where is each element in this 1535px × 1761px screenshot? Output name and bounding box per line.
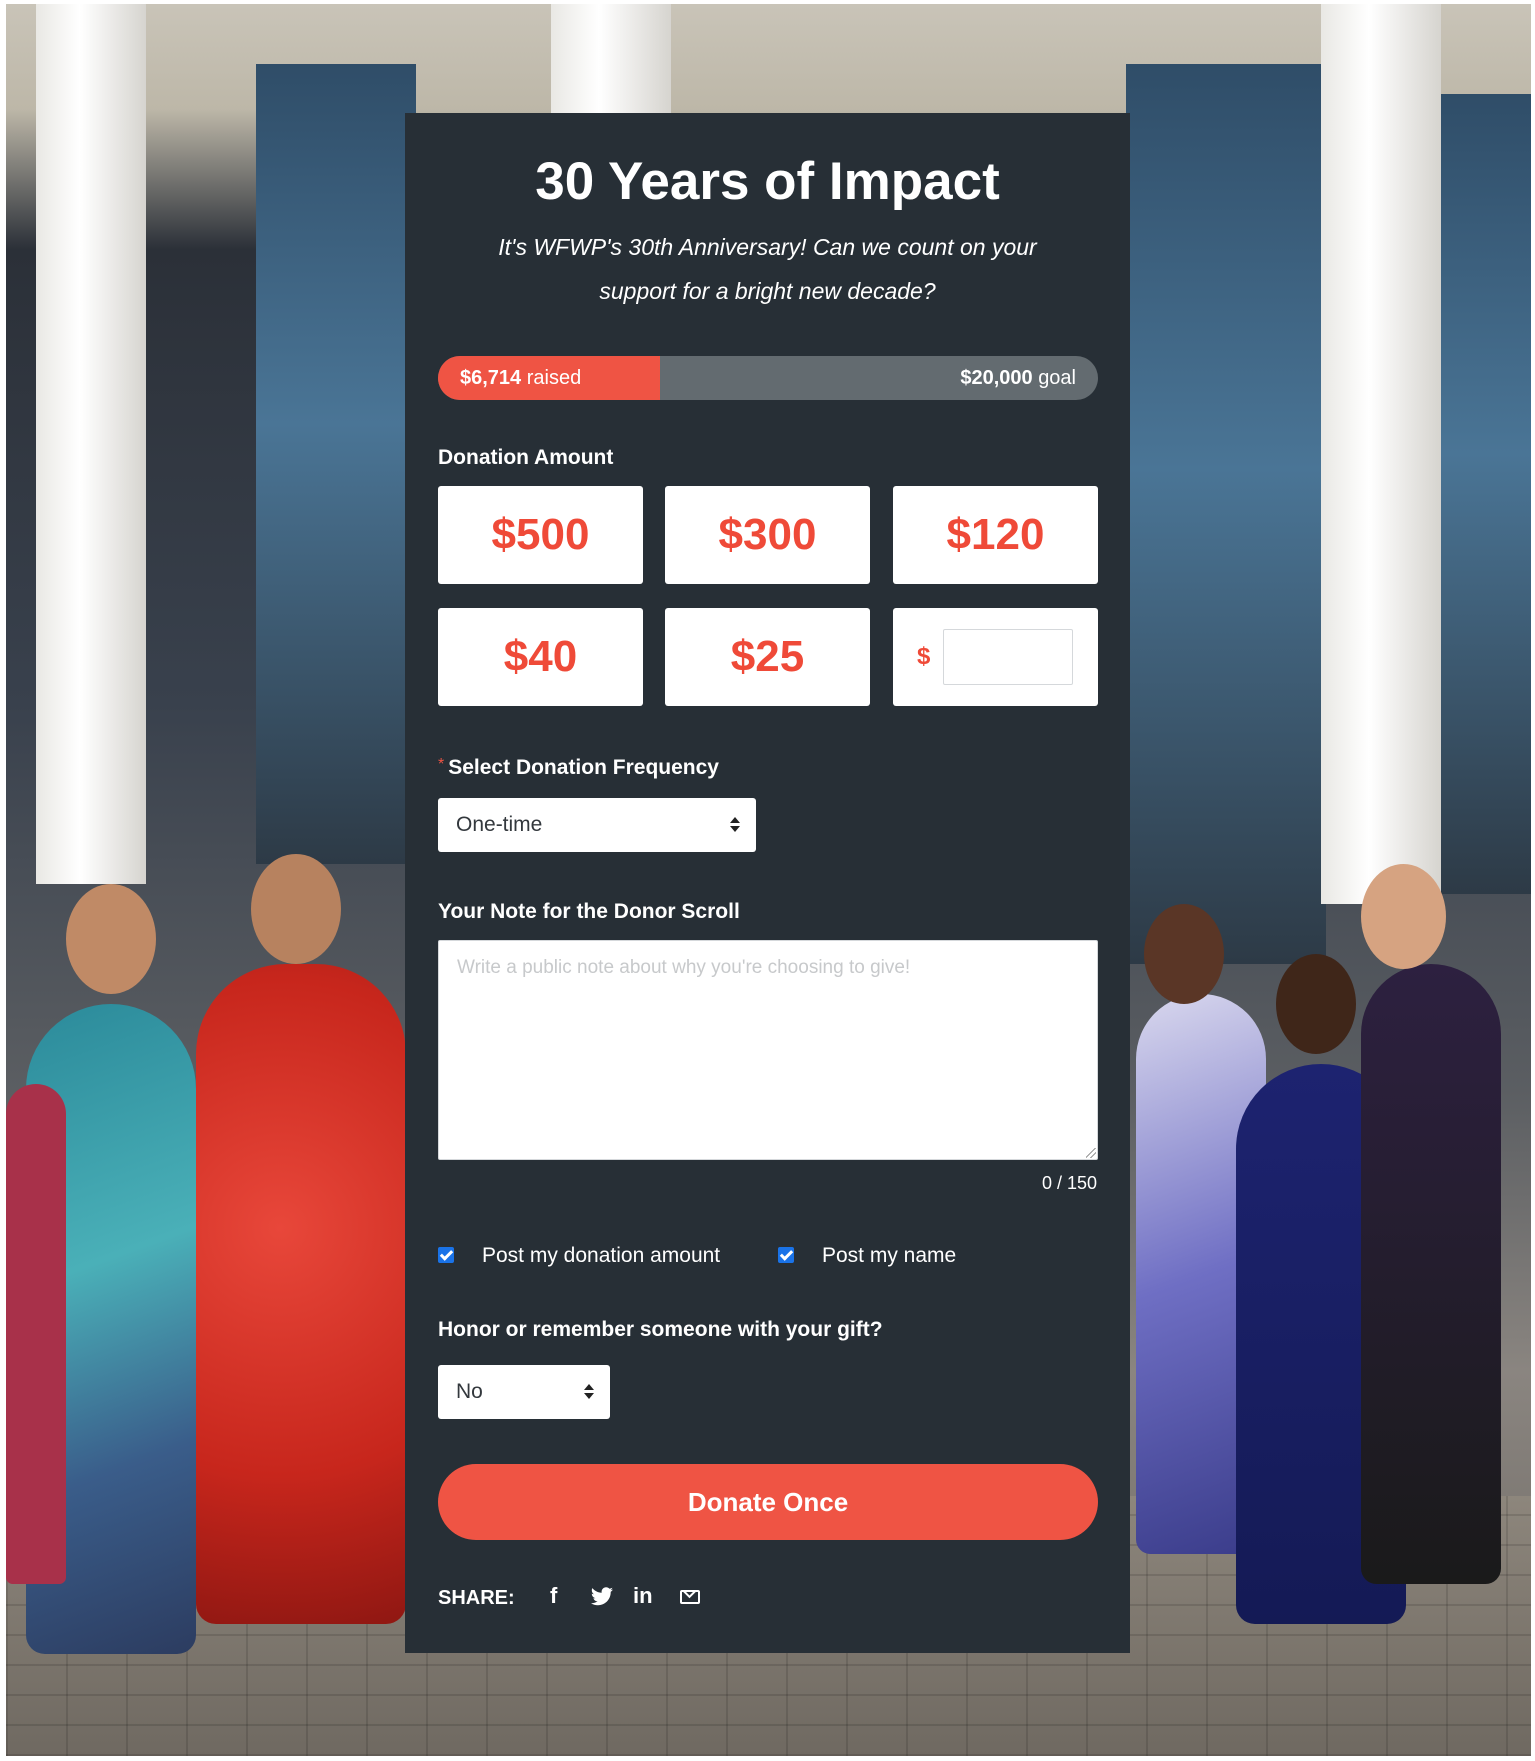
post-amount-checkbox[interactable]: [438, 1247, 454, 1263]
custom-amount-box: $: [893, 608, 1098, 706]
campaign-subtitle: It's WFWP's 30th Anniversary! Can we cou…: [498, 234, 1037, 304]
goal-suffix: goal: [1038, 367, 1076, 389]
raised-text: $6,714 raised: [460, 356, 581, 400]
linkedin-icon[interactable]: in: [633, 1581, 653, 1611]
goal-amount: $20,000: [960, 367, 1033, 389]
frequency-label: * Select Donation Frequency: [438, 756, 719, 780]
donor-note-textarea[interactable]: [438, 940, 1098, 1160]
donation-amount-label: Donation Amount: [438, 446, 614, 469]
select-arrows-icon: [730, 816, 740, 834]
select-arrows-icon: [584, 1383, 594, 1401]
donor-note-label: Your Note for the Donor Scroll: [438, 900, 740, 923]
page-title: 30 Years of Impact: [535, 152, 1000, 211]
email-icon[interactable]: [680, 1590, 700, 1604]
resize-grip-icon[interactable]: [1086, 1148, 1096, 1158]
frequency-select[interactable]: One-time: [438, 798, 756, 852]
amount-option-300[interactable]: $300: [665, 486, 870, 584]
character-counter: 0 / 150: [1041, 1173, 1097, 1193]
post-name-checkbox[interactable]: [778, 1247, 794, 1263]
required-mark: *: [438, 756, 445, 773]
share-label: SHARE:: [438, 1587, 515, 1609]
facebook-icon[interactable]: f: [550, 1581, 557, 1611]
honor-selected-value: No: [456, 1380, 483, 1403]
amount-option-40[interactable]: $40: [438, 608, 643, 706]
post-name-label: Post my name: [822, 1244, 957, 1267]
post-amount-label: Post my donation amount: [482, 1244, 721, 1267]
frequency-selected-value: One-time: [456, 813, 543, 836]
frequency-label-text: Select Donation Frequency: [448, 756, 719, 779]
raised-amount: $6,714: [460, 367, 522, 389]
twitter-icon[interactable]: [590, 1581, 614, 1611]
raised-suffix: raised: [526, 367, 582, 389]
goal-text: $20,000 goal: [960, 356, 1076, 400]
donation-form-card: 30 Years of Impact It's WFWP's 30th Anni…: [405, 113, 1130, 1653]
honor-label: Honor or remember someone with your gift…: [438, 1318, 883, 1341]
fundraising-progress-bar: $6,714 raised $20,000 goal: [438, 356, 1098, 400]
custom-amount-input[interactable]: [943, 629, 1073, 685]
amount-option-120[interactable]: $120: [893, 486, 1098, 584]
amount-option-25[interactable]: $25: [665, 608, 870, 706]
amount-option-500[interactable]: $500: [438, 486, 643, 584]
currency-symbol: $: [917, 643, 931, 670]
donate-button[interactable]: Donate Once: [438, 1464, 1098, 1540]
honor-select[interactable]: No: [438, 1365, 610, 1419]
